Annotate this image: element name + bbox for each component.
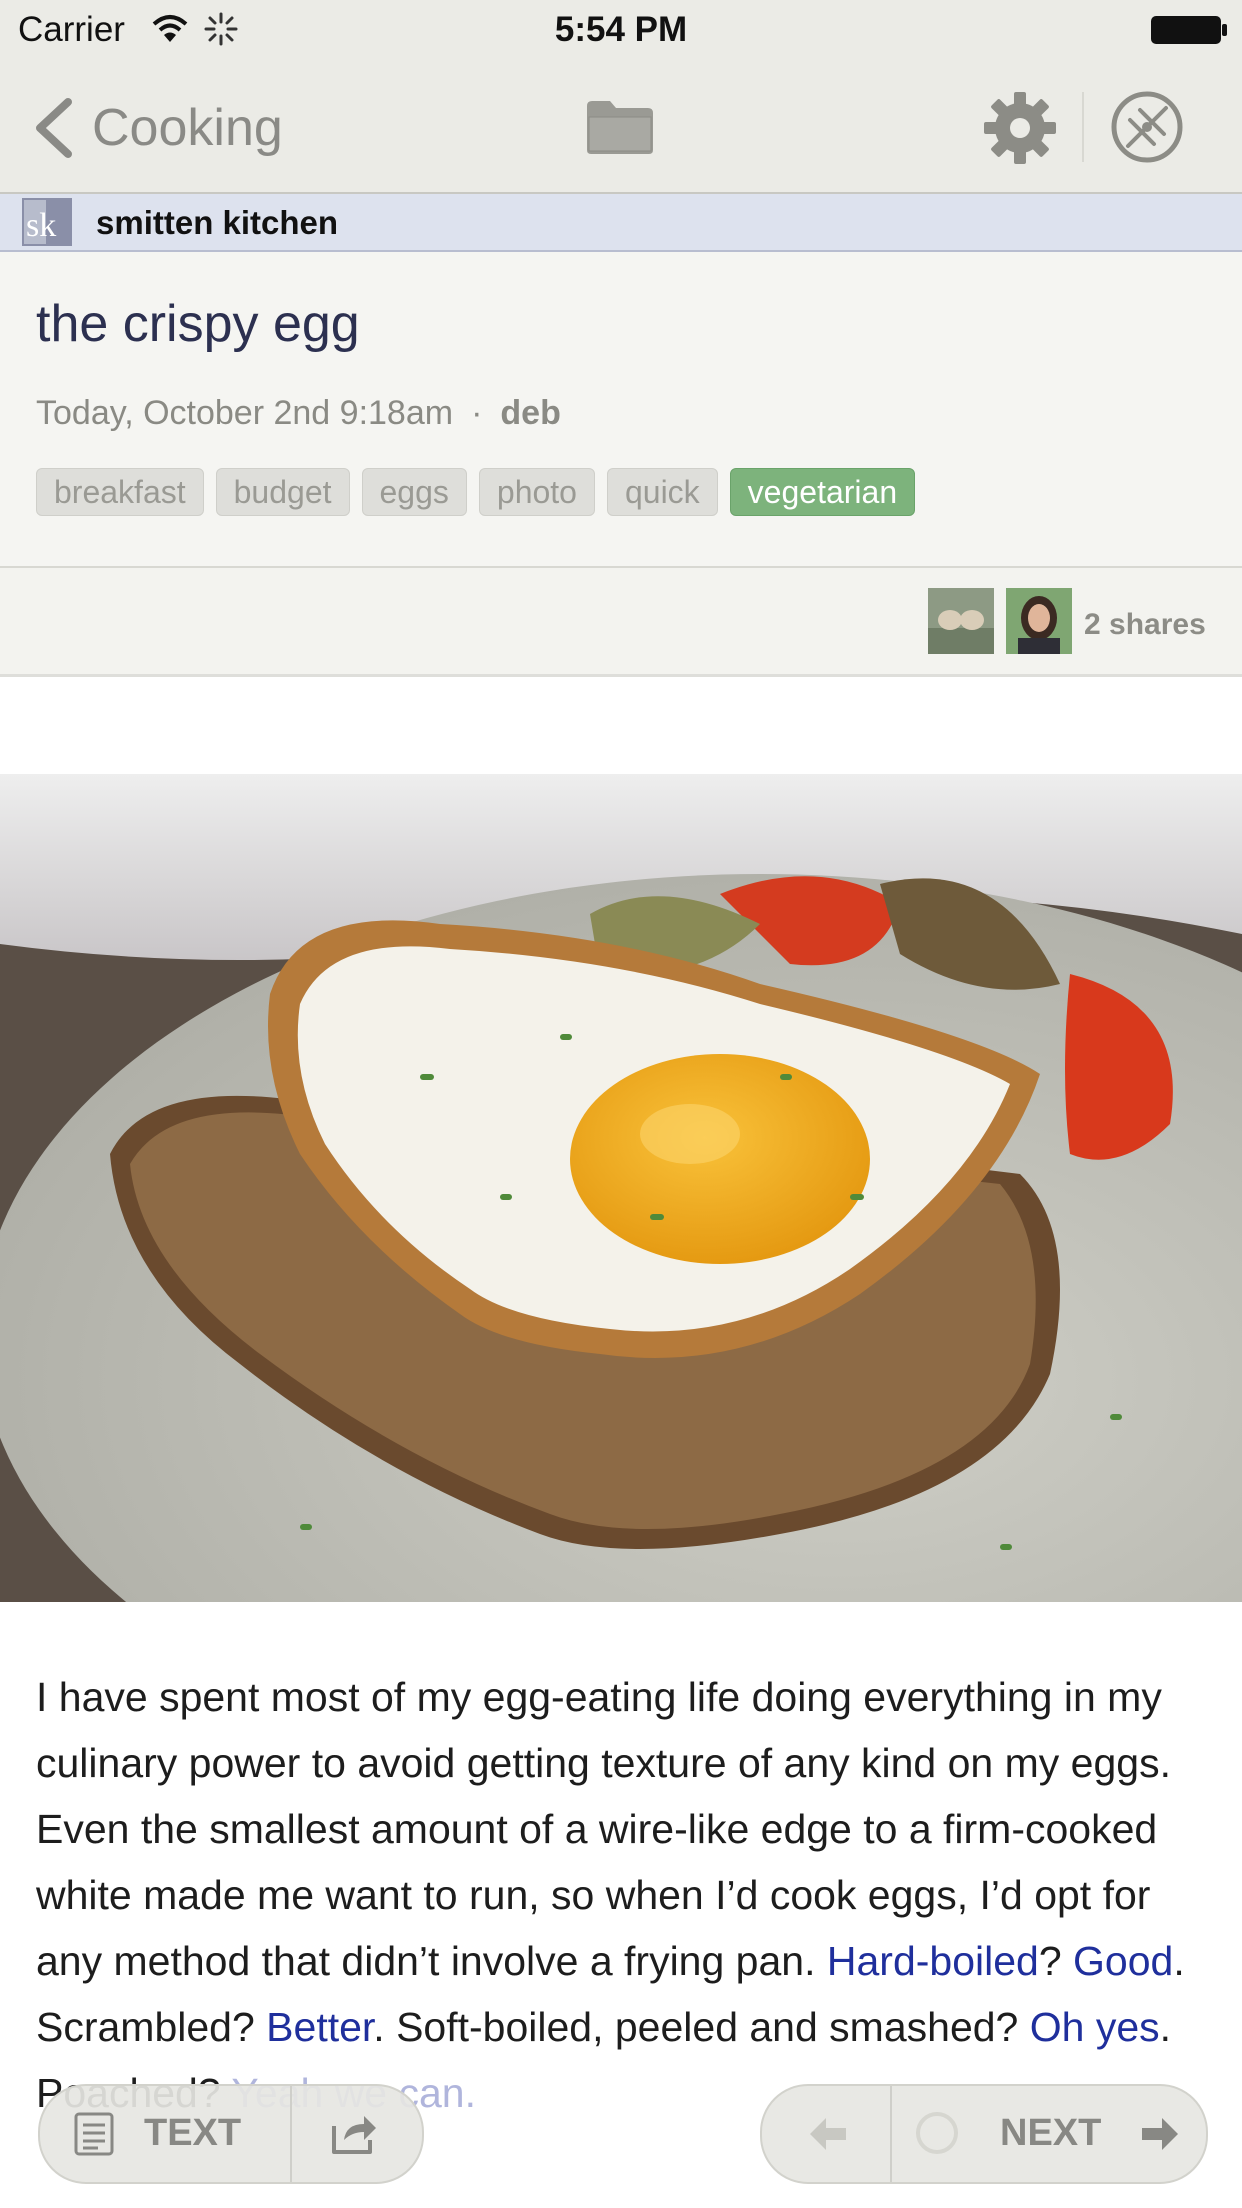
share-count[interactable]: 2 shares [1084,608,1206,642]
feed-name: smitten kitchen [96,204,339,241]
loading-spinner-icon [916,2112,958,2154]
article-date: Today, October 2nd 9:18am [36,394,454,432]
navigation-bar: Cooking [0,60,1242,194]
gear-icon[interactable] [982,90,1058,166]
feed-header[interactable]: sk smitten kitchen [0,194,1242,252]
link-good[interactable]: Good [1073,1938,1173,1984]
avatar[interactable] [1006,588,1072,654]
tag-budget[interactable]: budget [215,468,350,516]
tag-breakfast[interactable]: breakfast [36,468,204,516]
body-text: . Soft-boiled, peeled and smashed? [373,2004,1030,2050]
shares-bar: 2 shares [0,568,1242,677]
reader-toolbar-left: TEXT [38,2084,424,2184]
previous-arrow-icon[interactable] [808,2116,848,2152]
avatar[interactable] [928,588,994,654]
article-meta: Today, October 2nd 9:18am · deb [36,394,561,433]
next-arrow-icon[interactable] [1140,2114,1180,2154]
chevron-left-icon[interactable] [30,96,78,160]
folder-icon[interactable] [585,98,655,156]
body-text: ? [1038,1938,1074,1984]
link-hard-boiled[interactable]: Hard-boiled [827,1938,1039,1984]
tag-list: breakfast budget eggs photo quick vegeta… [36,468,916,516]
feed-logo-icon: sk [22,198,72,246]
logo-text: sk [26,207,56,244]
tag-photo[interactable]: photo [478,468,595,516]
article-photo [0,774,1242,1602]
article-header: the crispy egg Today, October 2nd 9:18am… [0,252,1242,568]
article-author[interactable]: deb [500,394,560,432]
meta-separator: · [471,394,483,432]
toolbar-divider [290,2086,292,2182]
tag-vegetarian[interactable]: vegetarian [729,468,916,516]
text-view-button[interactable]: TEXT [144,2112,241,2155]
status-bar: Carrier 5:54 PM [0,0,1242,60]
compass-icon[interactable] [1110,90,1184,164]
battery-icon [1151,16,1227,44]
tag-quick[interactable]: quick [606,468,718,516]
text-view-icon[interactable] [74,2112,114,2156]
back-button[interactable]: Cooking [92,98,283,158]
nav-divider [1082,92,1084,162]
tag-eggs[interactable]: eggs [361,468,467,516]
link-better[interactable]: Better [266,2004,373,2050]
reader-toolbar-right: NEXT [760,2084,1208,2184]
clock: 5:54 PM [554,10,688,49]
article-title: the crispy egg [36,295,360,353]
next-button[interactable]: NEXT [1000,2112,1101,2155]
share-icon[interactable] [330,2110,380,2156]
article-body: I have spent most of my egg-eating life … [36,1664,1216,2126]
toolbar-divider [890,2086,892,2182]
link-oh-yes[interactable]: Oh yes [1030,2004,1160,2050]
